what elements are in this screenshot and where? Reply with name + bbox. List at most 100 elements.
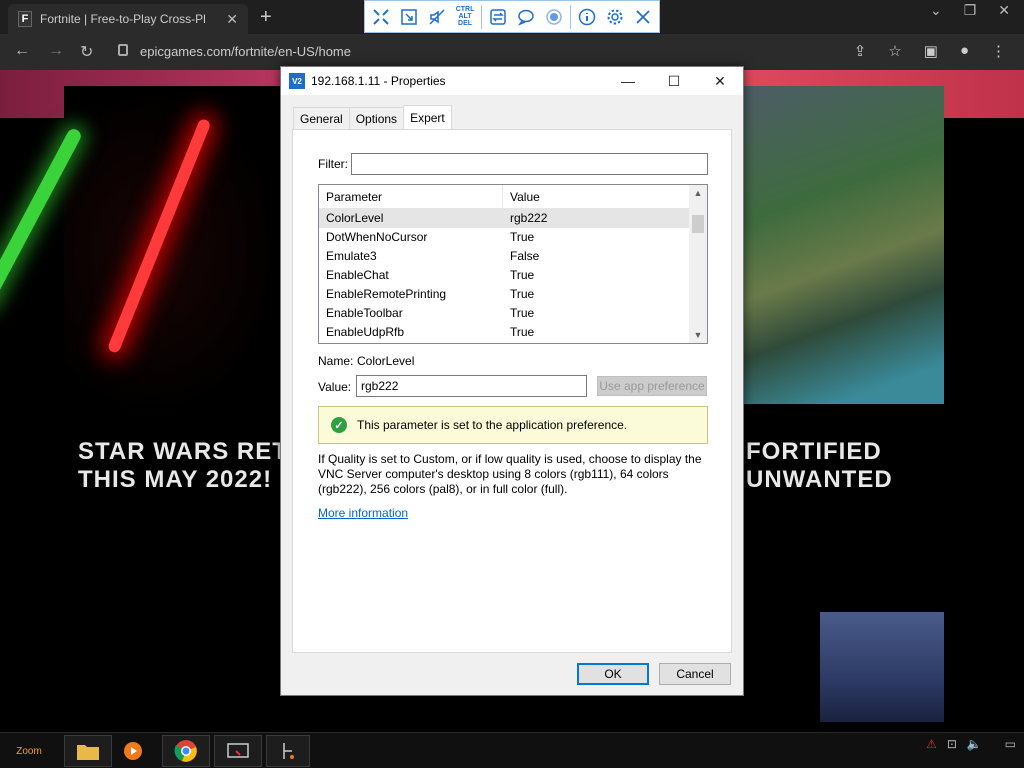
filter-input[interactable] (351, 153, 708, 175)
chat-icon[interactable] (514, 4, 538, 30)
url-field[interactable]: epicgames.com/fortnite/en-US/home (112, 41, 852, 63)
headline-right: FORTIFIED UNWANTED (746, 438, 893, 494)
more-information-link[interactable]: More information (318, 506, 408, 520)
list-item-value: True (510, 230, 535, 244)
vnc-toolbar: CTRL ALT DEL (364, 0, 660, 33)
taskbar-file-explorer-icon[interactable] (64, 735, 112, 767)
record-icon[interactable] (542, 4, 566, 30)
screen: F Fortnite | Free-to-Play Cross-Pl ✕ + ⌄… (0, 0, 1024, 768)
list-item[interactable]: DotWhenNoCursor True (319, 228, 689, 247)
browser-tab[interactable]: F Fortnite | Free-to-Play Cross-Pl ✕ (8, 4, 248, 34)
profile-icon[interactable]: ● (960, 42, 969, 60)
name-value: ColorLevel (357, 354, 415, 368)
close-icon[interactable] (631, 4, 655, 30)
headline-right-line-1: FORTIFIED (746, 438, 882, 465)
headline-left-line-1: STAR WARS RETU (78, 438, 307, 465)
ctrl-alt-del-button[interactable]: CTRL ALT DEL (453, 4, 477, 30)
list-item-value: True (510, 268, 535, 282)
fullscreen-exit-icon[interactable] (369, 4, 393, 30)
toolbar-separator (570, 4, 571, 29)
star-wars-card-image[interactable] (64, 86, 284, 416)
cancel-button[interactable]: Cancel (659, 663, 731, 685)
dialog-title-bar[interactable]: V2 192.168.1.11 - Properties — ☐ ✕ (281, 67, 743, 95)
info-message-box: ✓ This parameter is set to the applicati… (318, 406, 708, 444)
list-rows: ColorLevel rgb222 DotWhenNoCursor True Emula… (319, 209, 689, 342)
taskbar-chrome-icon[interactable] (162, 735, 210, 767)
notifications-icon[interactable]: ▭ (1005, 737, 1016, 751)
list-item-parameter: EnableUdpRfb (326, 325, 405, 339)
headline-left: STAR WARS RETU THIS MAY 2022! (78, 438, 306, 494)
list-item-parameter: EnableToolbar (326, 306, 403, 320)
reload-icon[interactable]: ↻ (80, 42, 93, 62)
list-item-value: rgb222 (510, 211, 548, 225)
fortnite-map-card-image[interactable] (744, 86, 944, 404)
list-item[interactable]: EnableUdpRfb True (319, 323, 689, 342)
list-header: Parameter Value (319, 185, 689, 209)
list-item-value: True (510, 287, 535, 301)
back-arrow-icon[interactable]: ← (14, 42, 30, 60)
taskbar-remote-viewer-icon[interactable] (214, 735, 262, 767)
share-icon[interactable]: ⇪ (854, 42, 867, 60)
clock[interactable] (992, 738, 995, 750)
file-transfer-icon[interactable] (486, 4, 510, 30)
fortnite-favicon-icon: F (18, 11, 32, 27)
filter-label: Filter: (318, 157, 348, 171)
restore-icon[interactable]: ❐ (964, 2, 977, 19)
list-item-value: False (510, 249, 540, 263)
building-card-image[interactable] (820, 612, 944, 722)
taskbar-media-player-icon[interactable] (116, 735, 150, 767)
mute-icon[interactable] (425, 4, 449, 30)
list-item-parameter: EnableRemotePrinting (326, 287, 447, 301)
value-input[interactable] (356, 375, 587, 397)
parameter-list[interactable]: Parameter Value ColorLevel rgb222 DotWhenN… (318, 184, 708, 344)
close-window-icon[interactable]: ✕ (998, 2, 1010, 19)
name-label: Name: (318, 354, 354, 368)
taskbar: Zoom ⚠ ⊡ 🔈 ▭ (0, 732, 1024, 768)
scroll-up-icon[interactable]: ▲ (689, 185, 707, 201)
tab-options[interactable]: Options (348, 107, 405, 129)
list-item[interactable]: Emulate3 False (319, 247, 689, 266)
tab-expert[interactable]: Expert (403, 105, 452, 129)
list-item-value: True (510, 325, 535, 339)
list-item[interactable]: ColorLevel rgb222 (319, 209, 689, 228)
check-circle-icon: ✓ (331, 417, 347, 433)
column-header-parameter[interactable]: Parameter (319, 185, 503, 209)
scroll-thumb[interactable] (692, 215, 704, 233)
column-header-value[interactable]: Value (503, 185, 540, 209)
tray-app-icon[interactable]: ⚠ (926, 737, 937, 751)
forward-arrow-icon[interactable]: → (48, 42, 64, 60)
ok-button[interactable]: OK (577, 663, 649, 685)
dialog-window-controls: — ☐ ✕ (605, 67, 743, 95)
maximize-icon[interactable]: ☐ (651, 67, 697, 95)
close-dialog-icon[interactable]: ✕ (697, 67, 743, 95)
list-item[interactable]: EnableToolbar True (319, 304, 689, 323)
browser-address-bar: ← → ↻ epicgames.com/fortnite/en-US/home … (0, 34, 1024, 70)
list-scrollbar[interactable]: ▲ ▼ (689, 185, 707, 343)
scroll-down-icon[interactable]: ▼ (689, 327, 707, 343)
info-message: This parameter is set to the application… (357, 418, 628, 432)
list-item[interactable]: EnableChat True (319, 266, 689, 285)
vnc-app-icon: V2 (289, 73, 305, 89)
headline-right-line-2: UNWANTED (746, 466, 893, 493)
volume-icon[interactable]: 🔈 (967, 737, 982, 751)
scale-icon[interactable] (397, 4, 421, 30)
taskbar-start[interactable]: Zoom (4, 735, 54, 767)
taskbar-app-icon[interactable] (266, 735, 310, 767)
menu-icon[interactable]: ⋮ (991, 42, 1006, 60)
sidebar-icon[interactable]: ▣ (924, 42, 938, 60)
star-icon[interactable]: ☆ (888, 42, 901, 60)
info-icon[interactable] (575, 4, 599, 30)
new-tab-icon[interactable]: + (260, 6, 272, 29)
headline-left-line-2: THIS MAY 2022! (78, 466, 273, 493)
use-app-preference-button[interactable]: Use app preference (597, 376, 707, 396)
browser-tab-title: Fortnite | Free-to-Play Cross-Pl (40, 12, 206, 26)
taskbar-start-label: Zoom (16, 745, 42, 757)
list-item-parameter: EnableChat (326, 268, 389, 282)
network-icon[interactable]: ⊡ (947, 737, 957, 751)
chevron-down-icon[interactable]: ⌄ (930, 2, 942, 19)
close-tab-icon[interactable]: ✕ (226, 11, 238, 28)
list-item[interactable]: EnableRemotePrinting True (319, 285, 689, 304)
minimize-icon[interactable]: — (605, 67, 651, 95)
tab-general[interactable]: General (293, 107, 350, 129)
gear-icon[interactable] (603, 4, 627, 30)
